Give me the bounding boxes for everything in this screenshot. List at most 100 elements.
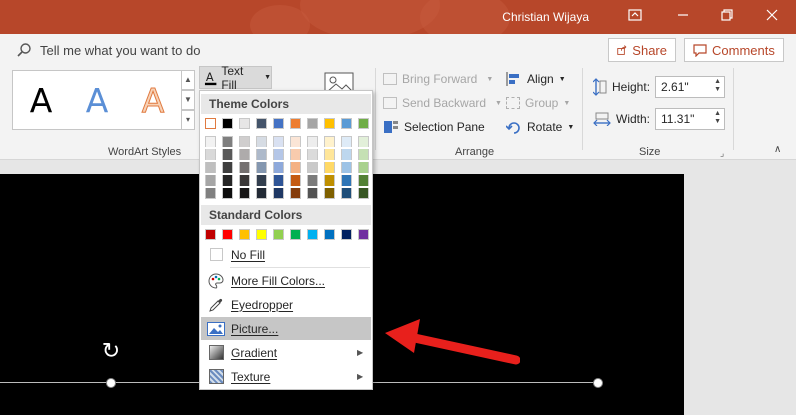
- theme-shade-swatch[interactable]: [239, 162, 250, 173]
- theme-shade-swatch[interactable]: [205, 188, 216, 199]
- align-button[interactable]: Align ▼: [506, 68, 566, 90]
- theme-shade-swatch[interactable]: [239, 188, 250, 199]
- theme-shade-swatch[interactable]: [256, 175, 267, 186]
- standard-color-swatch[interactable]: [256, 229, 267, 240]
- theme-shade-swatch[interactable]: [324, 162, 335, 173]
- theme-shade-swatch[interactable]: [358, 175, 369, 186]
- eyedropper-item[interactable]: Eyedropper: [201, 293, 371, 316]
- restore-icon[interactable]: [716, 7, 738, 27]
- theme-color-swatch[interactable]: [205, 118, 216, 129]
- wordart-style-2[interactable]: A: [86, 81, 109, 120]
- theme-color-swatch[interactable]: [324, 118, 335, 129]
- theme-shade-swatch[interactable]: [222, 149, 233, 160]
- collapse-ribbon-icon[interactable]: ∧: [774, 144, 781, 155]
- minimize-icon[interactable]: [672, 7, 694, 27]
- standard-color-swatch[interactable]: [239, 229, 250, 240]
- close-icon[interactable]: [761, 7, 783, 27]
- spinner-icon[interactable]: ▲ ▼: [714, 110, 721, 126]
- theme-color-swatch[interactable]: [273, 118, 284, 129]
- gallery-more-icon[interactable]: ▾: [181, 110, 195, 130]
- theme-shade-swatch[interactable]: [273, 188, 284, 199]
- standard-color-swatch[interactable]: [222, 229, 233, 240]
- texture-item[interactable]: Texture ▶: [201, 365, 371, 388]
- theme-shade-swatch[interactable]: [290, 175, 301, 186]
- theme-color-swatch[interactable]: [290, 118, 301, 129]
- theme-shade-swatch[interactable]: [222, 136, 233, 147]
- theme-shade-swatch[interactable]: [341, 188, 352, 199]
- gallery-down-icon[interactable]: ▼: [181, 90, 195, 110]
- theme-shade-swatch[interactable]: [273, 162, 284, 173]
- resize-handle[interactable]: [106, 378, 116, 388]
- bring-forward-button[interactable]: Bring Forward ▼: [383, 68, 493, 90]
- gradient-item[interactable]: Gradient ▶: [201, 341, 371, 364]
- standard-color-swatch[interactable]: [341, 229, 352, 240]
- theme-shade-swatch[interactable]: [341, 149, 352, 160]
- theme-shade-swatch[interactable]: [205, 149, 216, 160]
- theme-shade-swatch[interactable]: [239, 149, 250, 160]
- theme-shade-swatch[interactable]: [256, 149, 267, 160]
- theme-shade-swatch[interactable]: [358, 162, 369, 173]
- theme-shade-swatch[interactable]: [341, 175, 352, 186]
- theme-shade-swatch[interactable]: [256, 188, 267, 199]
- theme-color-swatch[interactable]: [307, 118, 318, 129]
- standard-color-swatch[interactable]: [273, 229, 284, 240]
- theme-shade-swatch[interactable]: [273, 136, 284, 147]
- selection-pane-button[interactable]: Selection Pane: [383, 116, 485, 138]
- theme-shade-swatch[interactable]: [205, 136, 216, 147]
- theme-color-swatch[interactable]: [239, 118, 250, 129]
- tell-me-search[interactable]: Tell me what you want to do: [16, 40, 200, 60]
- wordart-style-1[interactable]: A: [30, 81, 53, 120]
- theme-shade-swatch[interactable]: [358, 149, 369, 160]
- wordart-style-3[interactable]: A: [141, 80, 165, 120]
- theme-shade-swatch[interactable]: [290, 136, 301, 147]
- theme-shade-swatch[interactable]: [307, 136, 318, 147]
- theme-shade-swatch[interactable]: [324, 188, 335, 199]
- rotate-button[interactable]: Rotate ▼: [506, 116, 574, 138]
- theme-shade-swatch[interactable]: [307, 149, 318, 160]
- theme-shade-swatch[interactable]: [205, 162, 216, 173]
- user-name[interactable]: Christian Wijaya: [502, 10, 589, 24]
- group-button[interactable]: Group ▼: [506, 92, 570, 114]
- rotate-handle-icon[interactable]: ↻: [99, 339, 123, 363]
- theme-shade-swatch[interactable]: [290, 188, 301, 199]
- send-backward-button[interactable]: Send Backward ▼: [383, 92, 502, 114]
- theme-shade-swatch[interactable]: [290, 149, 301, 160]
- theme-shade-swatch[interactable]: [290, 162, 301, 173]
- width-input[interactable]: 11.31" ▲ ▼: [655, 108, 726, 130]
- theme-shade-swatch[interactable]: [307, 162, 318, 173]
- theme-shade-swatch[interactable]: [341, 162, 352, 173]
- picture-fill-item[interactable]: Picture...: [201, 317, 371, 340]
- theme-color-swatch[interactable]: [256, 118, 267, 129]
- theme-shade-swatch[interactable]: [324, 175, 335, 186]
- theme-shade-swatch[interactable]: [256, 162, 267, 173]
- standard-color-swatch[interactable]: [324, 229, 335, 240]
- theme-shade-swatch[interactable]: [239, 175, 250, 186]
- standard-color-swatch[interactable]: [307, 229, 318, 240]
- theme-shade-swatch[interactable]: [341, 136, 352, 147]
- theme-color-swatch[interactable]: [358, 118, 369, 129]
- standard-color-swatch[interactable]: [358, 229, 369, 240]
- standard-color-swatch[interactable]: [290, 229, 301, 240]
- height-input[interactable]: 2.61" ▲ ▼: [655, 76, 726, 98]
- text-fill-button[interactable]: A Text Fill ▼: [199, 64, 272, 92]
- size-dialog-launcher-icon[interactable]: ⌟: [720, 148, 724, 159]
- theme-shade-swatch[interactable]: [222, 188, 233, 199]
- theme-shade-swatch[interactable]: [324, 149, 335, 160]
- gallery-up-icon[interactable]: ▲: [181, 70, 195, 90]
- theme-shade-swatch[interactable]: [273, 149, 284, 160]
- theme-shade-swatch[interactable]: [222, 162, 233, 173]
- theme-shade-swatch[interactable]: [273, 175, 284, 186]
- theme-shade-swatch[interactable]: [307, 188, 318, 199]
- theme-shade-swatch[interactable]: [324, 136, 335, 147]
- resize-handle[interactable]: [593, 378, 603, 388]
- share-button[interactable]: Share: [608, 38, 676, 62]
- theme-shade-swatch[interactable]: [205, 175, 216, 186]
- theme-shade-swatch[interactable]: [222, 175, 233, 186]
- comments-button[interactable]: Comments: [684, 38, 784, 62]
- no-fill-item[interactable]: No Fill: [201, 243, 371, 266]
- spinner-icon[interactable]: ▲ ▼: [714, 78, 721, 94]
- ribbon-display-icon[interactable]: [624, 7, 646, 27]
- theme-shade-swatch[interactable]: [358, 136, 369, 147]
- standard-color-swatch[interactable]: [205, 229, 216, 240]
- theme-shade-swatch[interactable]: [358, 188, 369, 199]
